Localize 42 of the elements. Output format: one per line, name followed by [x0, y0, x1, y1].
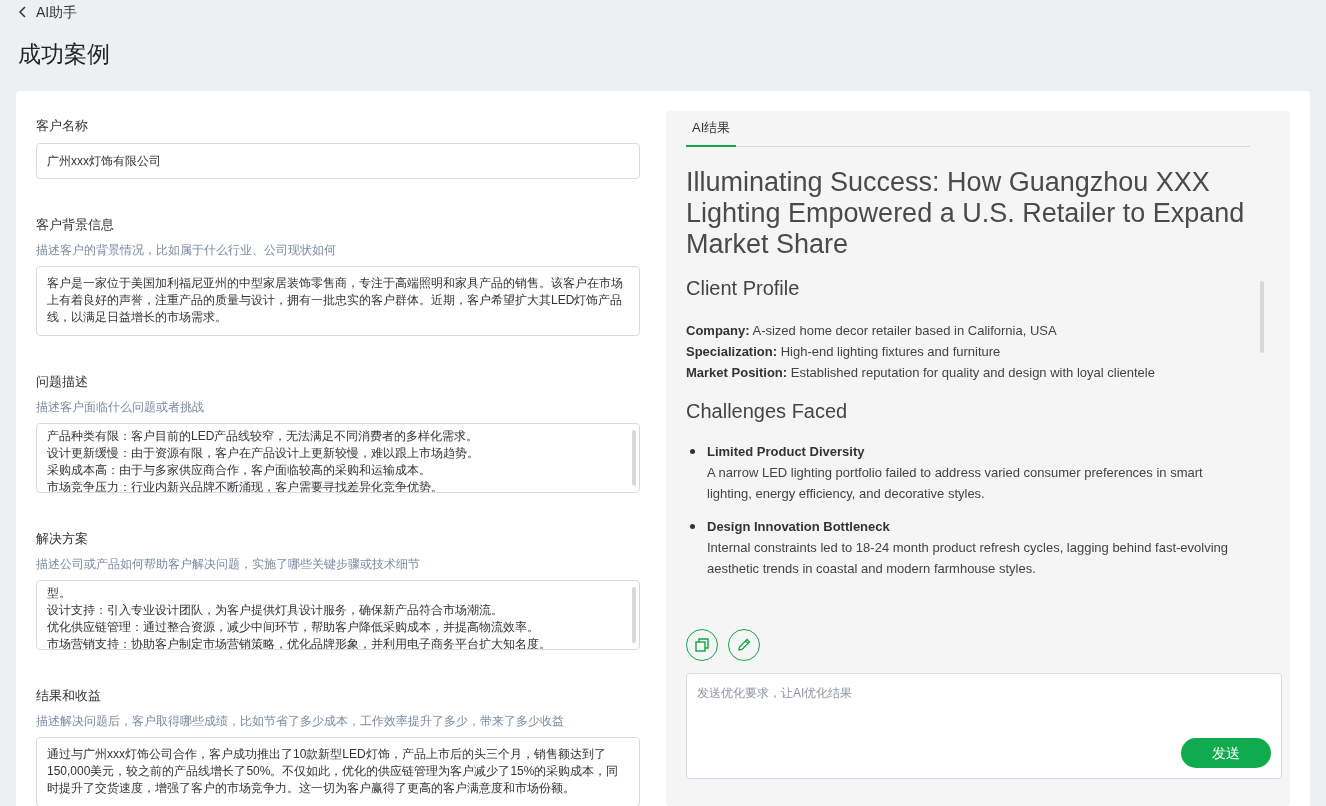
- section-heading: Challenges Faced: [686, 399, 849, 424]
- text-field[interactable]: 广州xxx灯饰有限公司: [36, 143, 640, 179]
- pencil-icon: [737, 638, 751, 652]
- scrollbar: [632, 430, 636, 486]
- challenge-text: A narrow LED lighting portfolio failed to address varied consumer preferences in smart lighting, energy efficiency, and decorative styles.: [707, 464, 1204, 503]
- field-label: 结果和收益: [36, 687, 102, 705]
- text-area[interactable]: 产品种类有限：客户目前的LED产品线较窄，无法满足不同消费者的多样化需求。 设计更新缓慢：由于资源有限，客户在产品设计上更新较慢，难以跟上市场趋势。 采购成本高：由于与多家供应商合作，客户面临较高的采购和运输成本。 市场竞争压力：行业内新兴品牌不断涌现，客户需要寻找差异化竞争优势。: [36, 423, 640, 493]
- field-text-line: 设计支持：引入专业设计团队，为客户提供灯具设计服务，确保新产品符合市场潮流。: [47, 602, 504, 619]
- field-label: 客户背景信息: [36, 216, 115, 234]
- field-description: 描述客户的背景情况，比如属于什么行业、公司现状如何: [36, 242, 337, 258]
- challenge-text: Internal constraints led to 18-24 month product refresh cycles, lagging behind fast-evolving aesthetic trends in coastal and modern farmhouse styles.: [707, 539, 1229, 578]
- back-link[interactable]: AI助手: [18, 2, 78, 22]
- field-text-line: 产品种类有限：客户目前的LED产品线较窄，无法满足不同消费者的多样化需求。: [47, 428, 480, 445]
- page-title: 成功案例: [18, 40, 111, 69]
- field-text: 通过与广州xxx灯饰公司合作，客户成功推出了10款新型LED灯饰，产品上市后的头三个月，销售额达到了150,000美元，较之前的产品线增长了50%。不仅如此，优化的供应链管理为客户减少了15%的采购成本，同时提升了交货速度，增强了客户的市场竞争力。这一切为客户赢得了更高的客户满意度和市场份额。: [47, 747, 619, 795]
- scrollbar: [632, 587, 636, 643]
- tab[interactable]: AI结果: [686, 111, 737, 147]
- field-text-line: 优化供应链管理：通过整合资源，减少中间环节，帮助客户降低采购成本，并提高物流效率。: [47, 619, 540, 636]
- profile-fact: Market Position: Established reputation for quality and design with loyal clientele: [686, 364, 1156, 382]
- challenge-title: Design Innovation Bottleneck: [707, 518, 891, 536]
- challenge-title: Limited Product Diversity: [707, 443, 866, 461]
- field-text: 客户是一家位于美国加利福尼亚州的中型家居装饰零售商，专注于高端照明和家具产品的销售。该客户在市场上有着良好的声誉，注重产品的质量与设计，拥有一批忠实的客户群体。近期，客户希望扩大其LED灯饰产品线，以满足日益增长的市场需求。: [47, 276, 623, 324]
- field-text-line: 型。: [47, 585, 72, 602]
- result-heading: Illuminating Success: How Guangzhou XXX Lighting Empowered a U.S. Retailer to Expand Market Share: [686, 167, 1246, 260]
- text-area[interactable]: 通过与广州xxx灯饰公司合作，客户成功推出了10款新型LED灯饰，产品上市后的头三个月，销售额达到了150,000美元，较之前的产品线增长了50%。不仅如此，优化的供应链管理为客户减少了15%的采购成本，同时提升了交货速度，增强了客户的市场竞争力。这一切为客户赢得了更高的客户满意度和市场份额。: [36, 737, 640, 806]
- bullet-icon: [690, 449, 695, 454]
- field-text-line: 采购成本高：由于与多家供应商合作，客户面临较高的采购和运输成本。: [47, 462, 432, 479]
- back-icon: [18, 6, 28, 18]
- text-area[interactable]: 客户是一家位于美国加利福尼亚州的中型家居装饰零售商，专注于高端照明和家具产品的销售。该客户在市场上有着良好的声誉，注重产品的质量与设计，拥有一批忠实的客户群体。近期，客户希望扩大其LED灯饰产品线，以满足日益增长的市场需求。: [36, 266, 640, 336]
- field-label: 问题描述: [36, 373, 89, 391]
- section-heading: Client Profile: [686, 276, 801, 301]
- profile-fact: Specialization: High-end lighting fixtures and furniture: [686, 343, 1002, 361]
- field-text-line: 市场竞争压力：行业内新兴品牌不断涌现，客户需要寻找差异化竞争优势。: [47, 479, 444, 492]
- field-label: 客户名称: [36, 117, 89, 135]
- field-text-line: 设计更新缓慢：由于资源有限，客户在产品设计上更新较慢，难以跟上市场趋势。: [47, 445, 480, 462]
- field-description: 描述公司或产品如何帮助客户解决问题，实施了哪些关键步骤或技术细节: [36, 556, 421, 572]
- field-description: 描述解决问题后，客户取得哪些成绩，比如节省了多少成本，工作效率提升了多少，带来了多少收益: [36, 713, 565, 729]
- field-description: 描述客户面临什么问题或者挑战: [36, 399, 205, 415]
- field-label: 解决方案: [36, 530, 89, 548]
- profile-fact: Company: A-sized home decor retailer based in California, USA: [686, 322, 1058, 340]
- bullet-icon: [690, 524, 695, 529]
- copy-icon: [695, 638, 709, 652]
